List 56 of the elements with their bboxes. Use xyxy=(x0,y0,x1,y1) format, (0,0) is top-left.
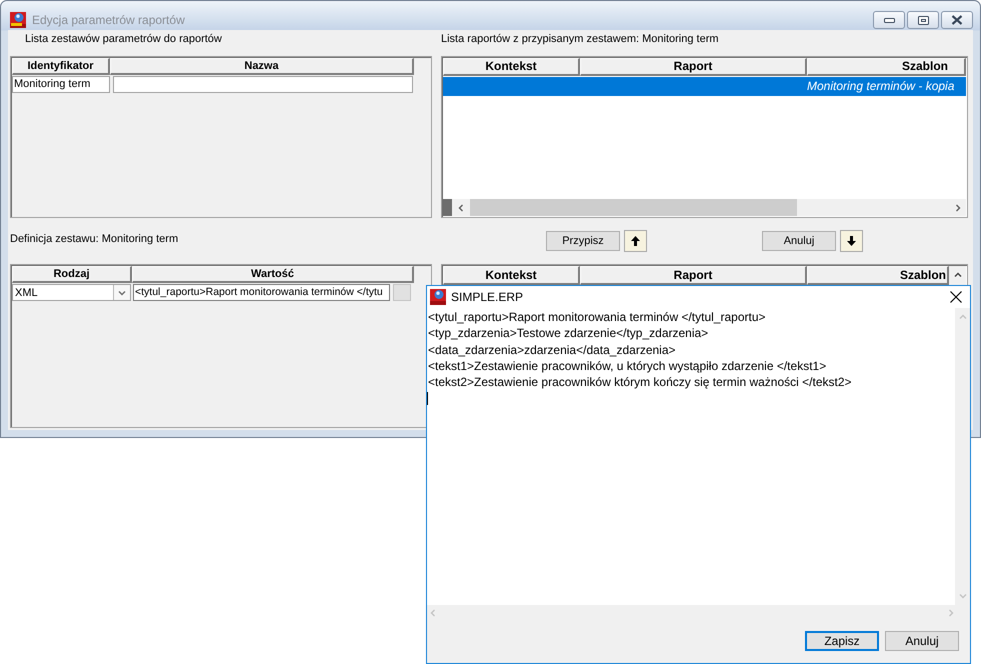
minimize-button[interactable] xyxy=(873,11,905,29)
assign-button[interactable]: Przypisz xyxy=(546,231,620,251)
xml-line: <tekst1>Zestawienie pracowników, u których wystąpiło zdarzenie </tekst1> xyxy=(428,358,828,374)
arrow-up-button[interactable] xyxy=(624,230,647,252)
column-header: Rodzaj xyxy=(12,266,132,283)
chevron-down-icon xyxy=(118,288,126,296)
column-header: Raport xyxy=(580,58,807,76)
horizontal-scrollbar[interactable] xyxy=(452,199,966,216)
format-dropdown[interactable]: XML xyxy=(12,284,131,301)
window-title: SIMPLE.ERP xyxy=(451,290,524,304)
cancel-button[interactable]: Anuluj xyxy=(885,631,959,651)
column-header: Kontekst xyxy=(443,58,580,76)
chevron-up-icon xyxy=(958,313,966,321)
cancel-button[interactable]: Anuluj xyxy=(762,231,836,251)
xml-line: <data_zdarzenia>zdarzenia</data_zdarzenia> xyxy=(428,342,677,358)
chevron-left-icon xyxy=(456,204,464,212)
scrollbar-thumb[interactable] xyxy=(470,199,797,216)
column-header: Kontekst xyxy=(443,266,580,285)
minimize-icon xyxy=(884,18,894,22)
maximize-icon xyxy=(918,16,928,24)
xml-line: <tytul_raportu>Raport monitorowania terminów </tytul_raportu> xyxy=(428,309,767,326)
save-button[interactable]: Zapisz xyxy=(805,631,879,651)
chevron-up-icon xyxy=(954,271,962,279)
close-icon xyxy=(951,15,963,25)
maximize-button[interactable] xyxy=(907,11,939,29)
column-header: Szablon xyxy=(807,266,949,285)
chevron-right-icon xyxy=(947,609,955,617)
column-header: Nazwa xyxy=(110,58,414,75)
section-label: Lista raportów z przypisanym zestawem: Monitoring term xyxy=(441,33,719,45)
app-logo-icon xyxy=(10,12,26,28)
column-header: Szablon xyxy=(807,58,966,76)
chevron-right-icon xyxy=(954,204,962,212)
xml-line: <typ_zdarzenia>Testowe zdarzenie</typ_zdarzenia> xyxy=(428,325,710,342)
app-logo-icon xyxy=(430,289,446,305)
column-header: Identyfikator xyxy=(12,58,110,75)
window-title: Edycja parametrów raportów xyxy=(32,13,185,27)
table-cell: Monitoring term xyxy=(12,76,110,93)
dropdown-button[interactable] xyxy=(113,285,130,300)
column-header: Raport xyxy=(580,266,807,285)
table-cell-text: Monitoring terminów - kopia xyxy=(807,78,956,95)
chevron-left-icon xyxy=(429,609,437,617)
column-header: Wartość xyxy=(132,266,414,283)
close-button[interactable] xyxy=(941,11,973,29)
arrow-up-icon xyxy=(631,236,640,246)
value-field[interactable]: <tytul_raportu>Raport monitorowania terminów </tytu xyxy=(133,284,390,301)
xml-line: <tekst2>Zestawienie pracowników którym kończy się termin ważności </tekst2> xyxy=(428,374,853,390)
arrow-down-button[interactable] xyxy=(840,230,863,252)
section-label: Lista zestawów parametrów do raportów xyxy=(25,33,222,45)
xml-editor-field[interactable] xyxy=(427,308,955,605)
chevron-down-icon xyxy=(958,592,966,600)
scroll-corner-block xyxy=(443,199,452,216)
close-icon[interactable] xyxy=(950,291,962,303)
arrow-down-icon xyxy=(847,236,856,246)
text-cursor-icon xyxy=(427,392,428,406)
section-label: Definicja zestawu: Monitoring term xyxy=(10,233,178,245)
table-row[interactable]: Monitoring terminów - kopia xyxy=(443,77,966,96)
